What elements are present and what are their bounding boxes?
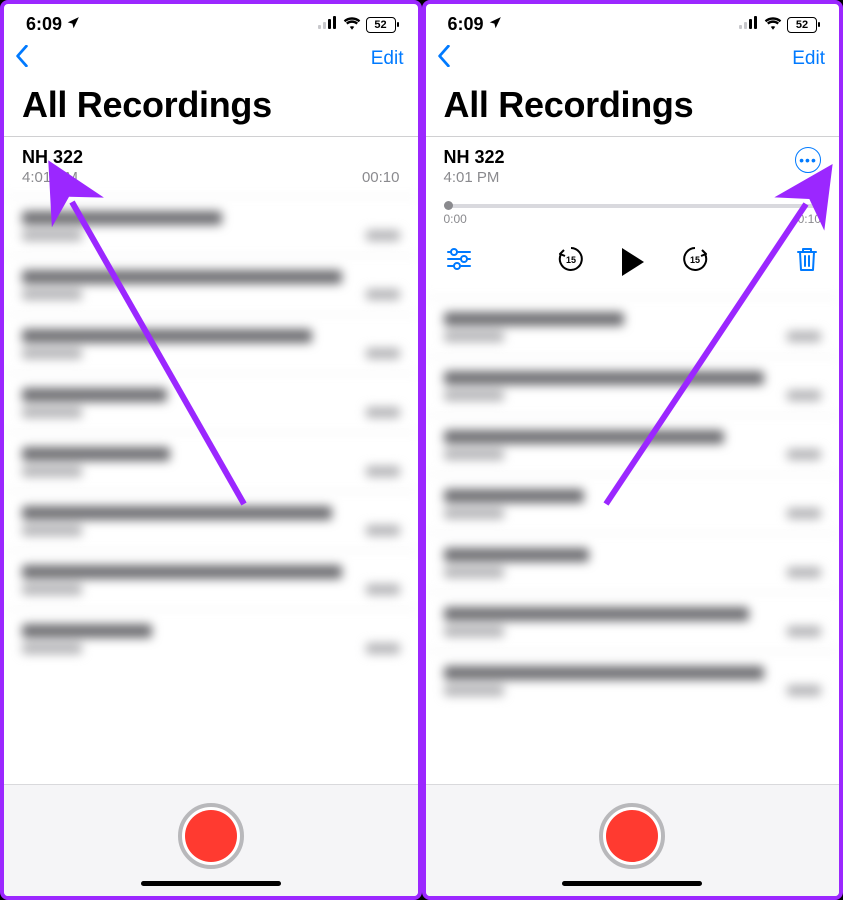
- nav-bar: Edit: [4, 37, 418, 84]
- playback-options-button[interactable]: [446, 248, 472, 275]
- list-item[interactable]: [426, 297, 840, 356]
- play-icon: [622, 248, 644, 276]
- left-screen: 6:09 52 Edit All Recordings NH 322 4:01 …: [0, 0, 422, 900]
- status-time: 6:09: [26, 14, 62, 35]
- back-button[interactable]: [436, 43, 452, 74]
- more-options-button[interactable]: •••: [795, 147, 821, 173]
- list-item[interactable]: [426, 474, 840, 533]
- elapsed-time: 0:00: [444, 212, 467, 226]
- record-button[interactable]: [178, 803, 244, 869]
- list-item[interactable]: [4, 373, 418, 432]
- skip-forward-15-button[interactable]: 15: [680, 244, 710, 279]
- page-title: All Recordings: [426, 84, 840, 136]
- ellipsis-icon: •••: [799, 152, 817, 168]
- recording-row[interactable]: NH 322 4:01 PM 00:10: [4, 136, 418, 196]
- recordings-list: NH 322 4:01 PM 00:10: [4, 136, 418, 784]
- list-item[interactable]: [4, 196, 418, 255]
- battery-icon: 52: [787, 17, 817, 33]
- recording-time: 4:01 PM: [444, 169, 505, 186]
- skip-forward-15-icon: 15: [680, 244, 710, 274]
- list-item[interactable]: [426, 415, 840, 474]
- play-button[interactable]: [622, 248, 644, 276]
- recording-time: 4:01 PM: [22, 169, 78, 186]
- svg-text:15: 15: [690, 255, 700, 265]
- recording-duration: 00:10: [362, 169, 400, 186]
- home-indicator[interactable]: [562, 881, 702, 886]
- playback-scrubber[interactable]: 0:00 -0:10: [444, 204, 822, 226]
- list-item[interactable]: [4, 609, 418, 668]
- sliders-icon: [446, 248, 472, 270]
- list-item[interactable]: [426, 356, 840, 415]
- svg-text:15: 15: [566, 255, 576, 265]
- list-item[interactable]: [4, 432, 418, 491]
- record-button[interactable]: [599, 803, 665, 869]
- list-item[interactable]: [4, 314, 418, 373]
- cellular-icon: [739, 14, 759, 35]
- location-icon: [488, 14, 502, 35]
- right-screen: 6:09 52 Edit All Recordings NH 322: [422, 0, 843, 900]
- skip-back-15-icon: 15: [556, 244, 586, 274]
- recordings-list: NH 322 4:01 PM ••• 0:00 -0:10: [426, 136, 840, 784]
- status-bar: 6:09 52: [4, 4, 418, 37]
- edit-button[interactable]: Edit: [371, 48, 404, 70]
- cellular-icon: [318, 14, 338, 35]
- battery-icon: 52: [366, 17, 396, 33]
- list-item[interactable]: [4, 491, 418, 550]
- recording-title: NH 322: [22, 147, 400, 168]
- wifi-icon: [764, 14, 782, 35]
- record-icon: [606, 810, 658, 862]
- record-icon: [185, 810, 237, 862]
- status-time: 6:09: [448, 14, 484, 35]
- record-footer: [4, 784, 418, 896]
- list-item[interactable]: [4, 550, 418, 609]
- back-button[interactable]: [14, 43, 30, 74]
- skip-back-15-button[interactable]: 15: [556, 244, 586, 279]
- page-title: All Recordings: [4, 84, 418, 136]
- recording-row-expanded[interactable]: NH 322 4:01 PM ••• 0:00 -0:10: [426, 136, 840, 297]
- remaining-time: -0:10: [794, 212, 821, 226]
- status-bar: 6:09 52: [426, 4, 840, 37]
- list-item[interactable]: [426, 592, 840, 651]
- nav-bar: Edit: [426, 37, 840, 84]
- recording-title: NH 322: [444, 147, 505, 168]
- list-item[interactable]: [426, 651, 840, 710]
- location-icon: [66, 14, 80, 35]
- list-item[interactable]: [426, 533, 840, 592]
- edit-button[interactable]: Edit: [792, 48, 825, 70]
- wifi-icon: [343, 14, 361, 35]
- record-footer: [426, 784, 840, 896]
- home-indicator[interactable]: [141, 881, 281, 886]
- trash-icon: [795, 246, 819, 272]
- delete-button[interactable]: [795, 246, 819, 277]
- list-item[interactable]: [4, 255, 418, 314]
